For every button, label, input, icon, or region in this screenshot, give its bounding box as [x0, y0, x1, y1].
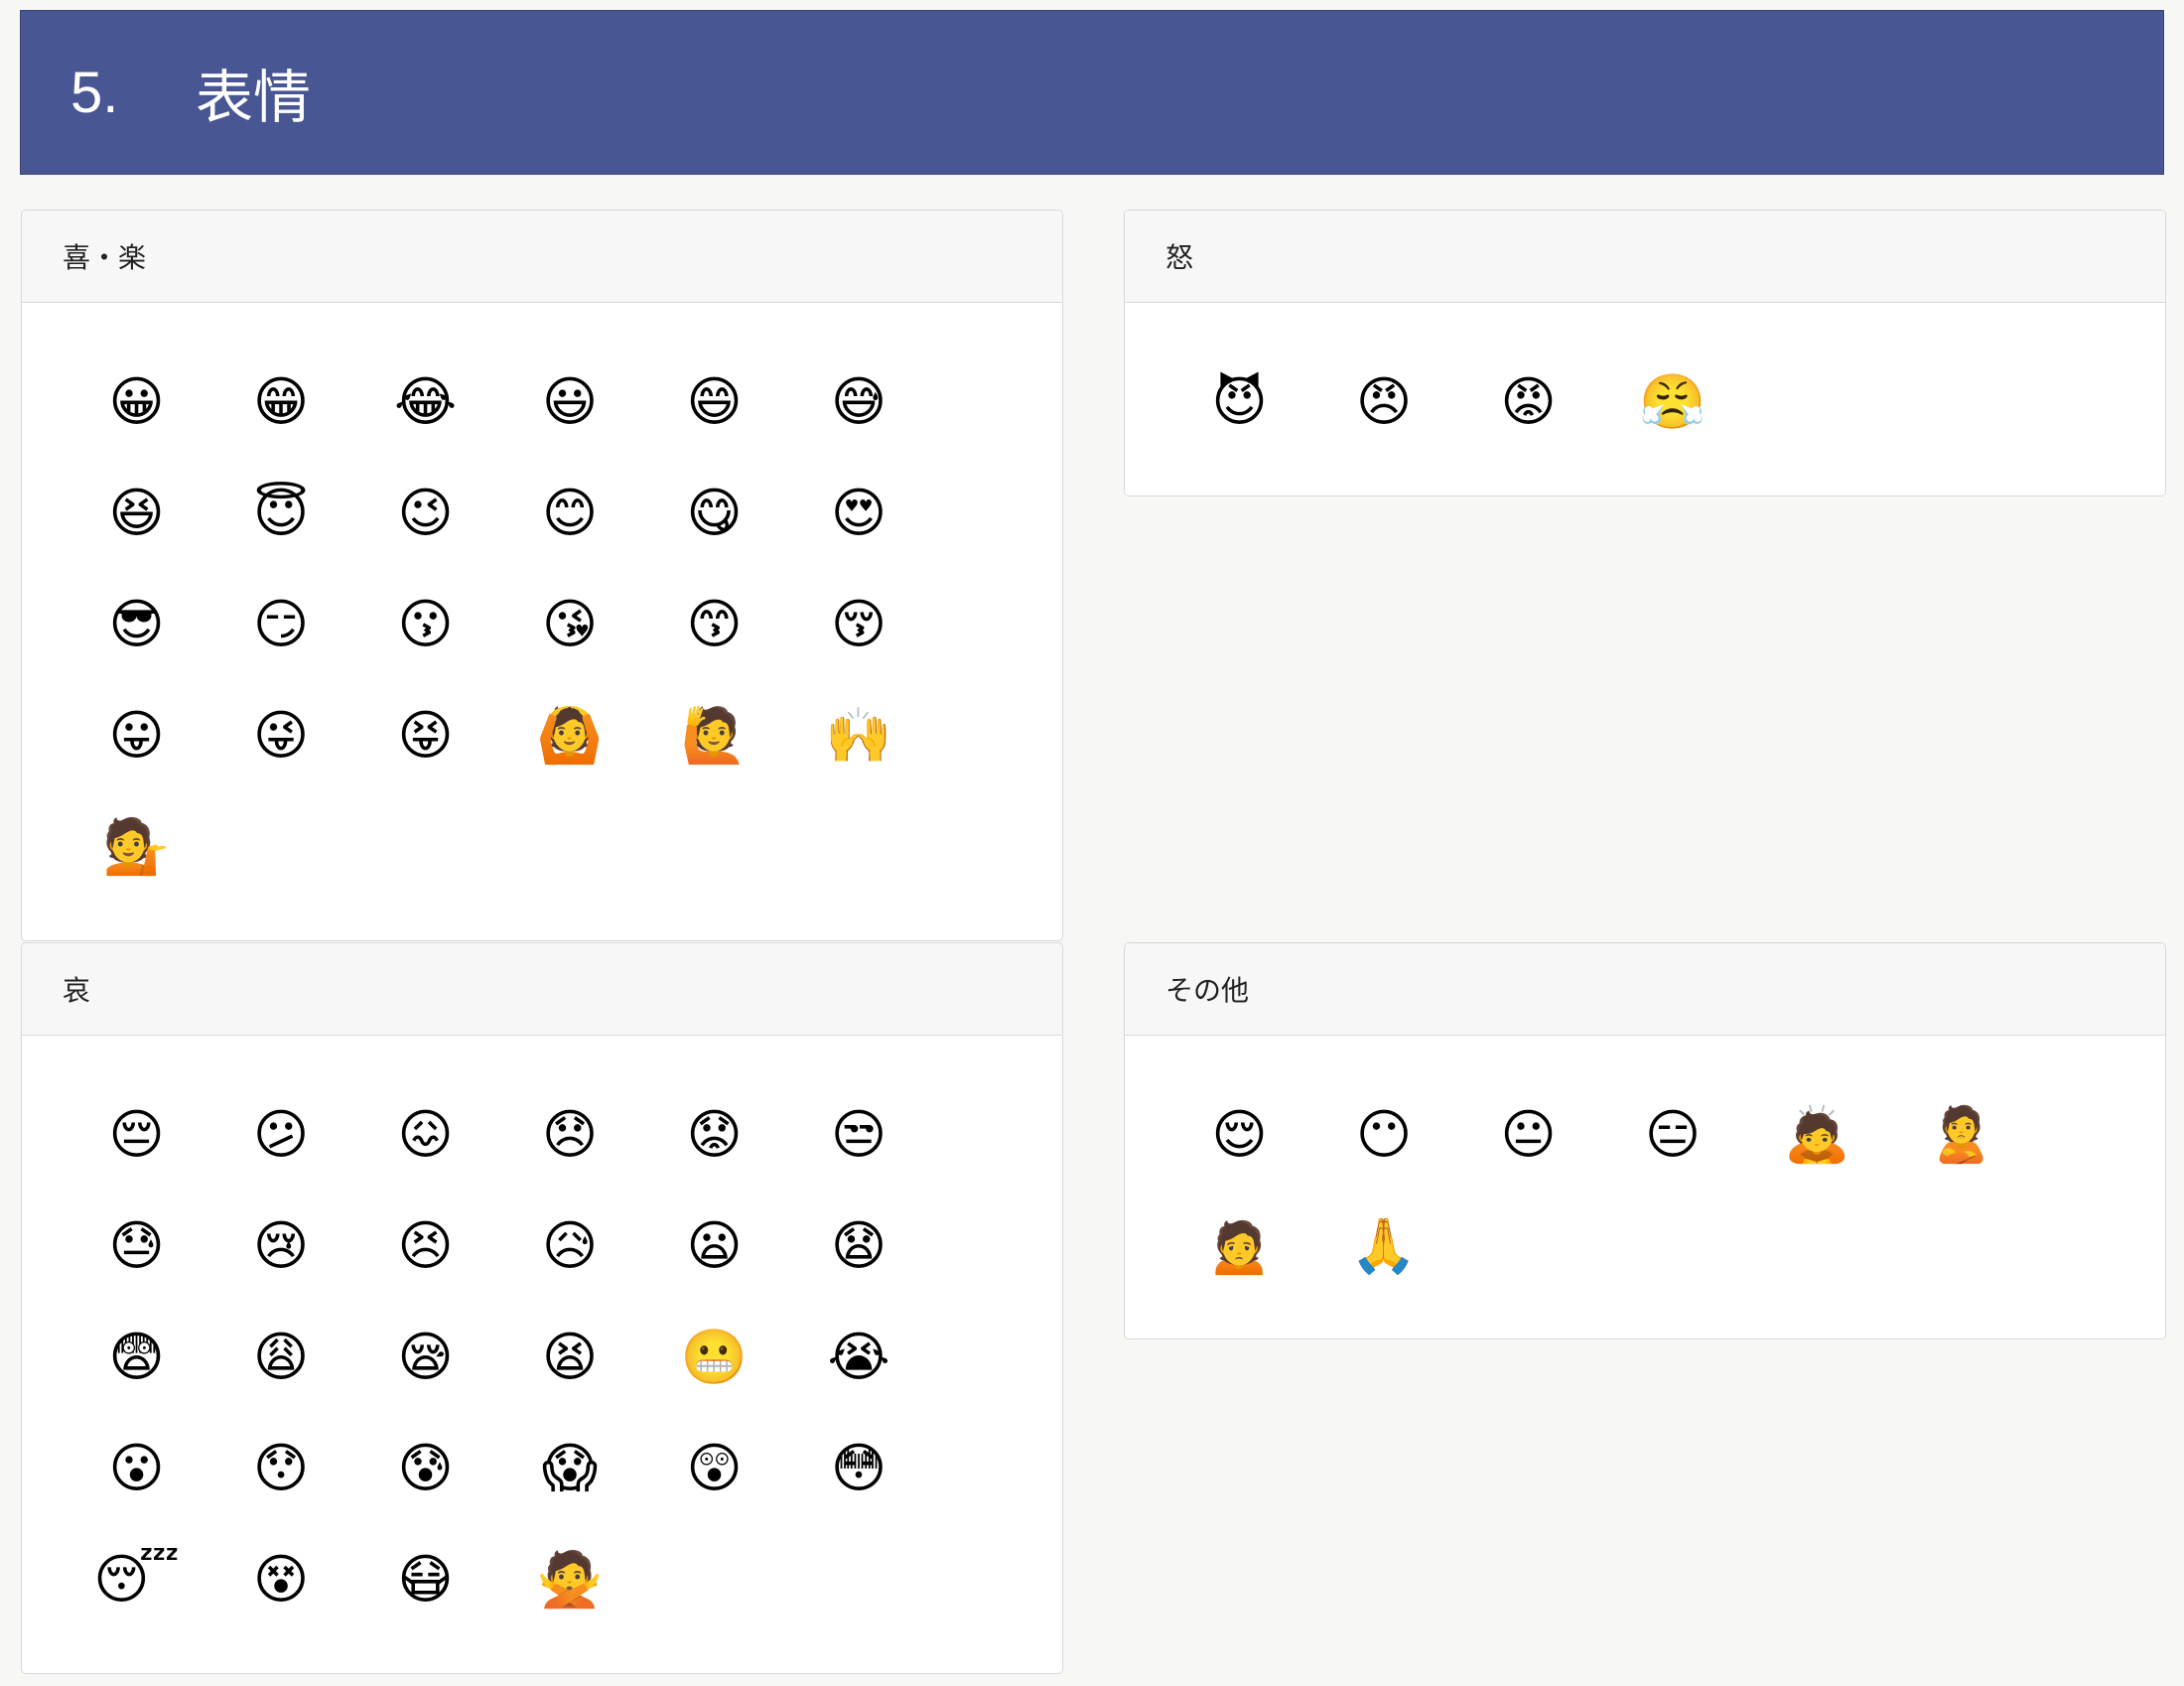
page-header: 5. 表情	[20, 10, 2164, 175]
emoji-item[interactable]: 😒	[800, 1079, 944, 1191]
emoji-item[interactable]: 😛	[77, 680, 221, 791]
emoji-item[interactable]: 😳	[800, 1413, 944, 1524]
emoji-item[interactable]: 😁	[222, 347, 366, 458]
emoji-item[interactable]: 😴	[77, 1524, 221, 1635]
panel-sad-header: 哀	[22, 943, 1062, 1036]
emoji-item[interactable]: 😆	[77, 458, 221, 569]
emoji-item[interactable]: 🙋	[655, 680, 799, 791]
emoji-item[interactable]: 😀	[77, 347, 221, 458]
emoji-item[interactable]: 😔	[77, 1079, 221, 1191]
emoji-item[interactable]: 😲	[655, 1413, 799, 1524]
panel-anger: 怒 😈 😠 😡 😤	[1124, 210, 2166, 496]
emoji-item[interactable]: 😈	[1180, 347, 1324, 458]
emoji-item[interactable]: 🙅	[511, 1524, 655, 1635]
emoji-item[interactable]: 😰	[366, 1413, 510, 1524]
emoji-item[interactable]: 😝	[366, 680, 510, 791]
emoji-item[interactable]: 😨	[77, 1302, 221, 1413]
emoji-item[interactable]: 😬	[655, 1302, 799, 1413]
emoji-item[interactable]: 😘	[511, 569, 655, 680]
panel-joy-title: 喜・楽	[63, 241, 147, 274]
emoji-item[interactable]: 😱	[511, 1413, 655, 1524]
panel-other-emoji-grid: 😌 😶 😐 😑 🙇 🙎 🙍 🙏	[1125, 1036, 2165, 1302]
emoji-item[interactable]: 😑	[1614, 1079, 1758, 1191]
emoji-item[interactable]: 😖	[366, 1079, 510, 1191]
emoji-item[interactable]: 😏	[222, 569, 366, 680]
emoji-item[interactable]: 😂	[366, 347, 510, 458]
panel-joy-emoji-grid: 😀 😁 😂 😃 😄 😅 😆 😇 😉 😊 😋 😍 😎 😏 😗 😘 😙 😚 😛 😜 😝 🙆 🙋 🙌 💁	[22, 303, 1062, 903]
emoji-item[interactable]: 😵	[222, 1524, 366, 1635]
emoji-item[interactable]: 😗	[366, 569, 510, 680]
panel-joy: 喜・楽 😀 😁 😂 😃 😄 😅 😆 😇 😉 😊 😋 😍 😎 😏 😗 😘 😙 😚 😛 😜 😝 🙆 🙋 🙌 💁	[21, 210, 1063, 941]
emoji-item[interactable]: 😜	[222, 680, 366, 791]
emoji-item[interactable]: 😌	[1180, 1079, 1324, 1191]
emoji-item[interactable]: 😯	[222, 1413, 366, 1524]
emoji-item[interactable]: 🙏	[1325, 1191, 1469, 1302]
emoji-item[interactable]: 😢	[222, 1191, 366, 1302]
emoji-item[interactable]: 😕	[222, 1079, 366, 1191]
emoji-item[interactable]: 🙌	[800, 680, 944, 791]
emoji-item[interactable]: 😶	[1325, 1079, 1469, 1191]
emoji-item[interactable]: 😋	[655, 458, 799, 569]
emoji-item[interactable]: 😥	[511, 1191, 655, 1302]
emoji-item[interactable]: 😟	[655, 1079, 799, 1191]
emoji-item[interactable]: 😫	[511, 1302, 655, 1413]
emoji-item[interactable]: 🙍	[1180, 1191, 1324, 1302]
emoji-item[interactable]: 😅	[800, 347, 944, 458]
emoji-item[interactable]: 😎	[77, 569, 221, 680]
panel-sad-title: 哀	[63, 974, 91, 1007]
emoji-item[interactable]: 😊	[511, 458, 655, 569]
emoji-item[interactable]: 😩	[222, 1302, 366, 1413]
emoji-item[interactable]: 😞	[511, 1079, 655, 1191]
emoji-item[interactable]: 😤	[1614, 347, 1758, 458]
emoji-item[interactable]: 😍	[800, 458, 944, 569]
panel-other-header: その他	[1125, 943, 2165, 1036]
emoji-item[interactable]: 🙆	[511, 680, 655, 791]
emoji-item[interactable]: 😃	[511, 347, 655, 458]
emoji-item[interactable]: 🙎	[1903, 1079, 2047, 1191]
emoji-item[interactable]: 😮	[77, 1413, 221, 1524]
emoji-item[interactable]: 😄	[655, 347, 799, 458]
panel-joy-header: 喜・楽	[22, 211, 1062, 303]
emoji-item[interactable]: 💁	[77, 791, 221, 903]
panel-other-title: その他	[1165, 974, 1250, 1007]
panel-anger-header: 怒	[1125, 211, 2165, 303]
emoji-item[interactable]: 😓	[77, 1191, 221, 1302]
emoji-item[interactable]: 😠	[1325, 347, 1469, 458]
section-number: 5.	[70, 60, 119, 125]
panel-other: その他 😌 😶 😐 😑 🙇 🙎 🙍 🙏	[1124, 942, 2166, 1339]
panel-anger-emoji-grid: 😈 😠 😡 😤	[1125, 303, 2165, 458]
emoji-item[interactable]: 😉	[366, 458, 510, 569]
emoji-item[interactable]: 😪	[366, 1302, 510, 1413]
emoji-item[interactable]: 🙇	[1758, 1079, 1902, 1191]
emoji-item[interactable]: 😭	[800, 1302, 944, 1413]
emoji-item[interactable]: 😦	[655, 1191, 799, 1302]
emoji-item[interactable]: 😇	[222, 458, 366, 569]
panel-sad-emoji-grid: 😔 😕 😖 😞 😟 😒 😓 😢 😣 😥 😦 😧 😨 😩 😪 😫 😬 😭 😮 😯 😰 😱 😲 😳 😴 😵 😷 🙅	[22, 1036, 1062, 1635]
emoji-item[interactable]: 😡	[1469, 347, 1613, 458]
panel-anger-title: 怒	[1165, 241, 1194, 274]
emoji-item[interactable]: 😧	[800, 1191, 944, 1302]
emoji-item[interactable]: 😚	[800, 569, 944, 680]
emoji-item[interactable]: 😷	[366, 1524, 510, 1635]
page-title: 表情	[196, 64, 312, 131]
emoji-item[interactable]: 😣	[366, 1191, 510, 1302]
emoji-item[interactable]: 😐	[1469, 1079, 1613, 1191]
panel-sad: 哀 😔 😕 😖 😞 😟 😒 😓 😢 😣 😥 😦 😧 😨 😩 😪 😫 😬 😭 😮 😯 😰 😱 😲 😳 😴 😵 😷 🙅	[21, 942, 1063, 1674]
emoji-item[interactable]: 😙	[655, 569, 799, 680]
